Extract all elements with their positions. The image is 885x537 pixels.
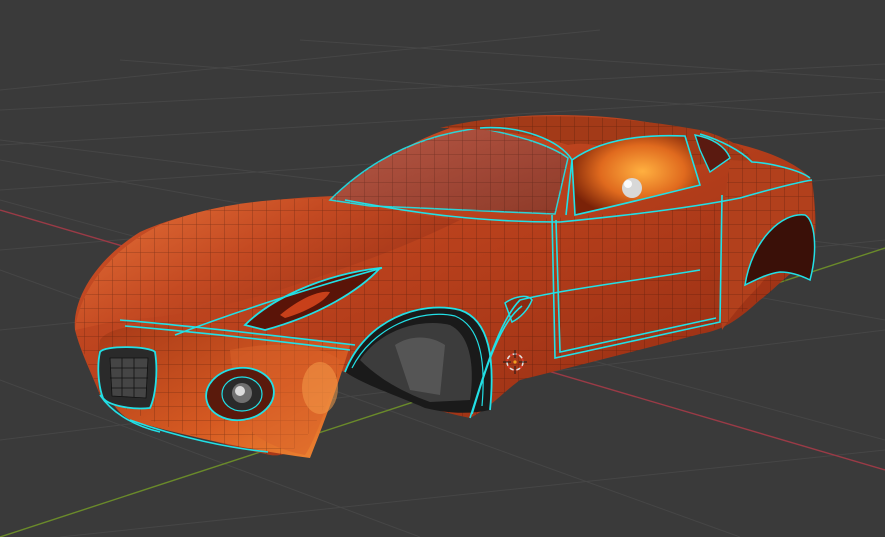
headrest-shine — [622, 178, 642, 198]
3d-viewport[interactable] — [0, 0, 885, 537]
car-mesh[interactable] — [74, 115, 816, 458]
front-grille[interactable] — [97, 346, 158, 410]
